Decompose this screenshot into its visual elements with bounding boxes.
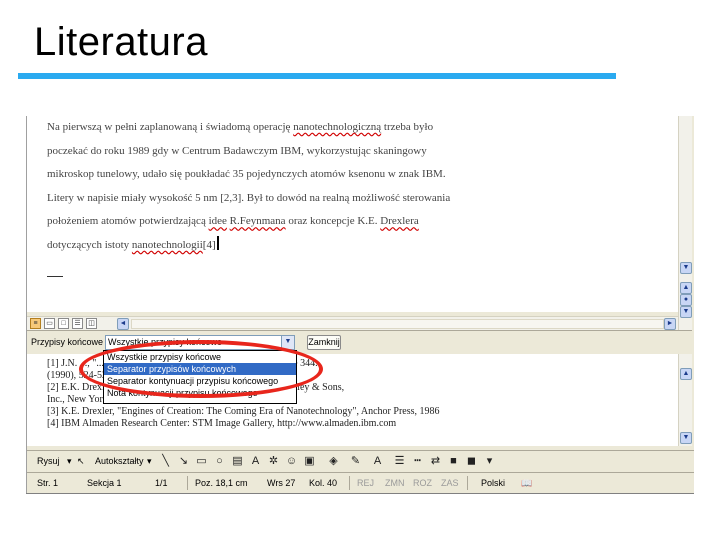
status-track-changes[interactable]: ZMN: [385, 478, 405, 488]
browse-object-icon[interactable]: ●: [680, 294, 692, 306]
spelling-error: R.Feynmana: [229, 215, 286, 228]
arrow-style-icon[interactable]: ⇄: [429, 455, 442, 468]
shadow-icon[interactable]: ■: [447, 455, 460, 468]
divider: [187, 476, 188, 490]
next-page-icon[interactable]: ▼: [680, 306, 692, 318]
horizontal-scrollbar[interactable]: [131, 319, 664, 329]
endnote-reference[interactable]: [4]: [203, 239, 216, 251]
status-language[interactable]: Polski: [481, 478, 505, 488]
status-page: Str. 1: [37, 478, 59, 488]
document-page[interactable]: Na pierwszą w pełni zaplanowaną i świado…: [27, 116, 678, 312]
scroll-down-icon[interactable]: ▼: [680, 262, 692, 274]
draw-menu-button[interactable]: Rysuj: [37, 456, 60, 466]
line-color-icon[interactable]: ✎: [349, 455, 362, 468]
picture-icon[interactable]: ▣: [303, 455, 316, 468]
fill-color-icon[interactable]: ◈: [327, 455, 340, 468]
doc-line-2: poczekać do roku 1989 gdy w Centrum Bada…: [47, 144, 427, 157]
diagram-icon[interactable]: ✲: [267, 455, 280, 468]
3d-style-icon[interactable]: ◼: [465, 455, 478, 468]
notes-vertical-scrollbar[interactable]: ▲ ▼: [678, 354, 692, 446]
doc-line-5: położeniem atomów potwierdzającą idee R.…: [47, 215, 419, 228]
select-objects-icon[interactable]: ↖: [77, 456, 85, 467]
previous-page-icon[interactable]: ▲: [680, 282, 692, 294]
spelling-error: nanotechnologii: [131, 238, 203, 251]
chevron-down-icon[interactable]: ▾: [147, 456, 152, 467]
view-buttons-bar: ≡ ▭ □ ☰ ◫ ◄ ►: [27, 316, 678, 330]
highlight-ellipse: [79, 340, 323, 398]
spelling-error: nanotechnologiczną: [293, 121, 382, 133]
doc-line-1: Na pierwszą w pełni zaplanowaną i świado…: [47, 121, 434, 133]
status-record-macro[interactable]: REJ: [357, 478, 374, 488]
slide-title: Literatura: [34, 20, 208, 64]
spelling-error: idee: [208, 215, 227, 228]
window-bottom-border: [26, 493, 694, 494]
doc-line-4: Litery w napisie miały wysokość 5 nm [2,…: [47, 191, 451, 204]
scroll-up-icon[interactable]: ▲: [680, 368, 692, 380]
status-extend-selection[interactable]: ROZ: [413, 478, 432, 488]
close-notes-button[interactable]: Zamknij: [307, 335, 341, 350]
title-underline: [18, 73, 616, 79]
word-window: Na pierwszą w pełni zaplanowaną i świado…: [26, 116, 694, 494]
normal-view-icon[interactable]: ≡: [30, 318, 41, 329]
print-layout-icon[interactable]: □: [58, 318, 69, 329]
status-overtype[interactable]: ZAS: [441, 478, 459, 488]
status-position: Poz. 18,1 cm: [195, 478, 248, 488]
document-text[interactable]: Na pierwszą w pełni zaplanowaną i świado…: [47, 116, 541, 258]
status-section: Sekcja 1: [87, 478, 122, 488]
status-line: Wrs 27: [267, 478, 296, 488]
document-vertical-scrollbar[interactable]: ▼ ▲ ● ▼: [678, 116, 692, 330]
oval-icon[interactable]: ○: [213, 455, 226, 468]
outline-view-icon[interactable]: ☰: [72, 318, 83, 329]
wordart-icon[interactable]: A: [249, 455, 262, 468]
arrow-icon[interactable]: ↘: [177, 455, 190, 468]
reading-layout-icon[interactable]: ◫: [86, 318, 97, 329]
chevron-down-icon[interactable]: ▾: [67, 456, 72, 467]
autoshapes-menu-button[interactable]: Autokształty: [95, 456, 144, 466]
clip-art-icon[interactable]: ☺: [285, 455, 298, 468]
text-cursor: [216, 235, 219, 250]
endnote-separator-line: [47, 276, 63, 277]
text-box-icon[interactable]: ▤: [231, 455, 244, 468]
status-bar: Str. 1 Sekcja 1 1/1 Poz. 18,1 cm Wrs 27 …: [27, 472, 694, 494]
status-column: Kol. 40: [309, 478, 338, 488]
font-color-icon[interactable]: A: [371, 455, 384, 468]
list-item: [3] K.E. Drexler, "Engines of Creation: …: [47, 406, 440, 417]
doc-line-3: mikroskop tunelowy, udało się poukładać …: [47, 168, 446, 181]
drawing-toolbar: Rysuj ▾ ↖ Autokształty ▾ ╲ ↘ ▭ ○ ▤ A ✲ ☺…: [27, 450, 694, 472]
dash-style-icon[interactable]: ┅: [411, 455, 424, 468]
spelling-status-icon[interactable]: 📖: [521, 478, 532, 489]
line-icon[interactable]: ╲: [159, 455, 172, 468]
scroll-right-icon[interactable]: ►: [664, 318, 676, 330]
doc-line-6: dotyczących istoty nanotechnologii[4]: [47, 234, 541, 258]
list-item: [4] IBM Almaden Research Center: STM Ima…: [47, 418, 397, 429]
rectangle-icon[interactable]: ▭: [195, 455, 208, 468]
web-layout-icon[interactable]: ▭: [44, 318, 55, 329]
divider: [349, 476, 350, 490]
scroll-down-icon[interactable]: ▼: [680, 432, 692, 444]
line-style-icon[interactable]: ☰: [393, 455, 406, 468]
spelling-error: Drexlera: [380, 215, 419, 228]
notes-pane-label: Przypisy końcowe: [31, 337, 104, 347]
toolbar-options-icon[interactable]: ▾: [483, 455, 496, 468]
status-pages: 1/1: [155, 478, 168, 488]
divider: [467, 476, 468, 490]
scroll-left-icon[interactable]: ◄: [117, 318, 129, 330]
